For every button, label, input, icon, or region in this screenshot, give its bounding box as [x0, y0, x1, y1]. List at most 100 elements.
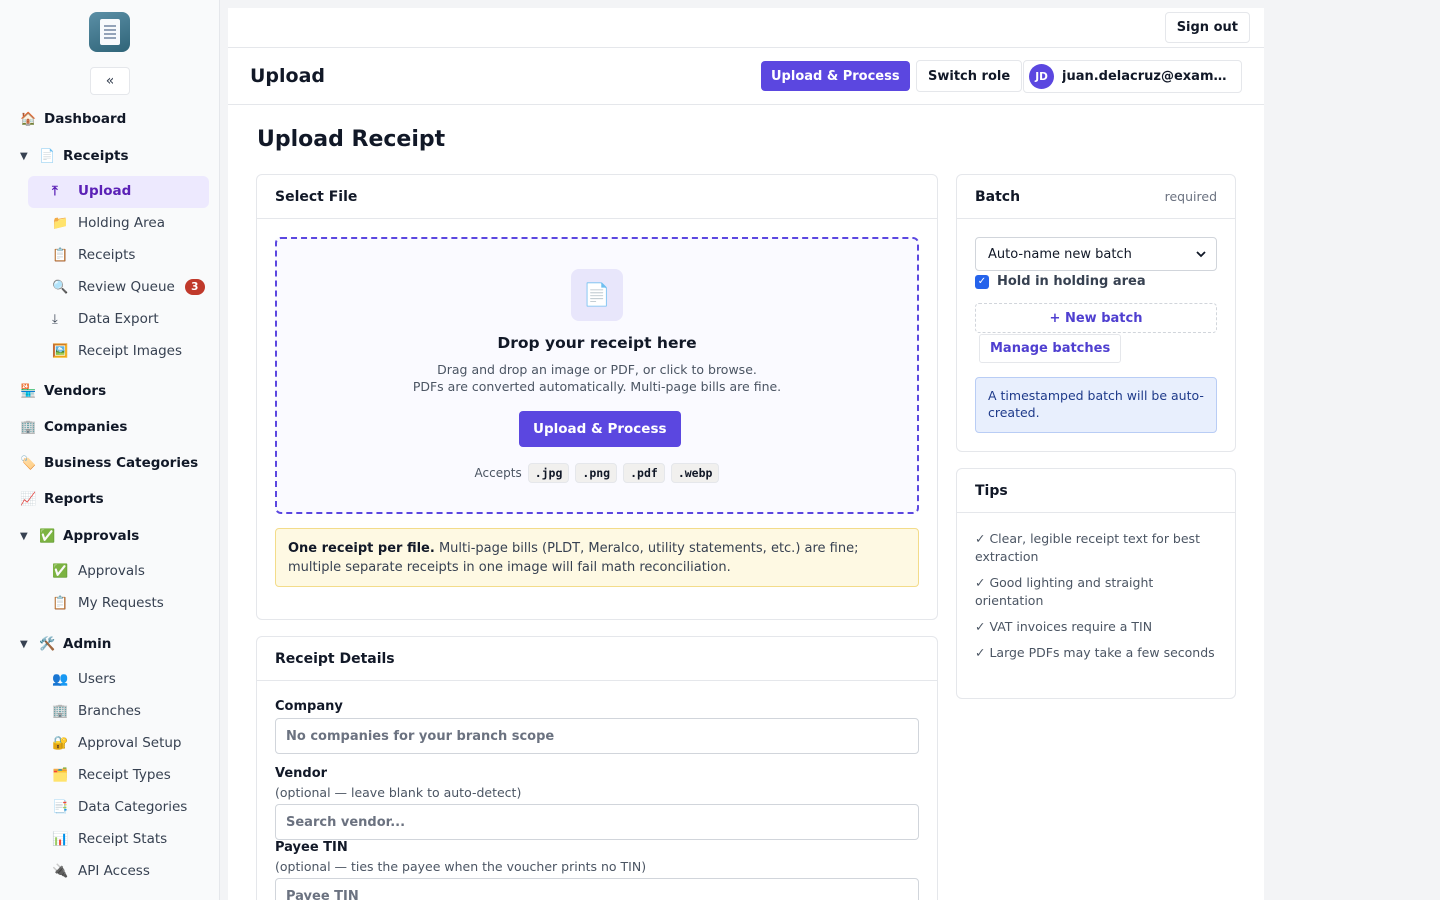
clipboard-icon: 📋 — [52, 247, 69, 263]
check-mark-icon: ✅ — [52, 563, 69, 579]
nav-label: API Access — [78, 863, 150, 879]
one-receipt-notice: One receipt per file. Multi-page bills (… — [275, 528, 919, 587]
new-batch-button[interactable]: + New batch — [975, 303, 1217, 333]
hold-checkbox[interactable]: ✓ — [975, 274, 989, 289]
format-chip: .pdf — [623, 463, 665, 483]
download-icon: ⤓ — [52, 311, 58, 327]
batch-card: Batch required Auto-name new batch ✓ Hol… — [956, 174, 1236, 452]
upload-icon: ⤒ — [52, 183, 58, 199]
dropzone-hint: Drag and drop an image or PDF, or click … — [437, 362, 757, 377]
vendor-hint: (optional — leave blank to auto-detect) — [275, 785, 522, 800]
format-chip: .png — [575, 463, 618, 483]
chart-up-icon: 📈 — [20, 491, 37, 507]
nav-label: Upload — [78, 183, 132, 199]
nav-reports[interactable]: 📈 Reports — [20, 491, 104, 507]
nav-data-export[interactable]: ⤓ Data Export — [52, 311, 159, 327]
user-menu[interactable]: JD juan.delacruz@exampl... — [1023, 60, 1242, 93]
user-email: juan.delacruz@exampl... — [1062, 69, 1230, 84]
card-title: Select File — [275, 188, 358, 205]
nav-label: Receipts — [78, 247, 136, 263]
magnifier-icon: 🔍 — [52, 279, 69, 295]
store-icon: 🏪 — [20, 383, 37, 399]
document-icon: 📄 — [571, 269, 623, 321]
nav-receipts[interactable]: 📋 Receipts — [52, 247, 135, 263]
lock-icon: 🔐 — [52, 735, 69, 751]
nav-label: Reports — [44, 491, 104, 507]
switch-role-button[interactable]: Switch role — [916, 60, 1023, 92]
receipt-details-card: Receipt Details Company No companies for… — [256, 636, 938, 900]
app-logo[interactable] — [89, 12, 130, 52]
payee-tin-input[interactable] — [275, 878, 919, 900]
card-header: Select File — [257, 175, 937, 219]
card-title: Batch — [975, 188, 1021, 205]
nav-approvals[interactable]: ✅ Approvals — [52, 563, 145, 579]
card-header: Receipt Details — [257, 637, 937, 681]
payee-tin-hint: (optional — ties the payee when the vouc… — [275, 859, 647, 874]
nav-group-approvals[interactable]: ▼ ✅ Approvals — [20, 528, 139, 544]
hold-checkbox-row[interactable]: ✓ Hold in holding area — [975, 274, 1146, 289]
nav-label: Business Categories — [44, 455, 199, 471]
nav-holding-area[interactable]: 📁 Holding Area — [52, 215, 165, 231]
main-title: Upload Receipt — [257, 127, 446, 152]
plug-icon: 🔌 — [52, 863, 69, 879]
nav-companies[interactable]: 🏢 Companies — [20, 419, 127, 435]
sign-out-button[interactable]: Sign out — [1164, 12, 1250, 43]
tip-item: ✓ Good lighting and straight orientation — [975, 575, 1154, 608]
nav-label: Review Queue — [78, 279, 175, 295]
nav-label: Companies — [44, 419, 128, 435]
manage-batches-button[interactable]: Manage batches — [979, 334, 1122, 363]
header-upload-process-button[interactable]: Upload & Process — [761, 61, 910, 91]
upload-process-button[interactable]: Upload & Process — [519, 411, 681, 447]
bookmark-tabs-icon: 📑 — [52, 799, 69, 815]
batch-select[interactable]: Auto-name new batch — [975, 237, 1217, 271]
file-dropzone[interactable]: 📄 Drop your receipt here Drag and drop a… — [275, 237, 919, 514]
nav-label: Vendors — [44, 383, 107, 399]
company-label: Company — [275, 699, 343, 714]
caret-down-icon: ▼ — [20, 150, 28, 162]
clipboard-icon: 📋 — [52, 595, 69, 611]
nav-data-categories[interactable]: 📑 Data Categories — [52, 799, 187, 815]
payee-tin-label: Payee TIN — [275, 840, 348, 855]
tip-item: ✓ VAT invoices require a TIN — [975, 619, 1153, 634]
nav-receipt-images[interactable]: 🖼️ Receipt Images — [52, 343, 182, 359]
required-tag: required — [1164, 189, 1217, 204]
nav-label: Users — [78, 671, 116, 687]
main-content: Upload Receipt Select File 📄 Drop your r… — [228, 105, 1264, 900]
chevron-down-icon — [1196, 250, 1206, 257]
caret-down-icon: ▼ — [20, 638, 28, 650]
nav-upload[interactable]: ⤒ Upload — [52, 183, 131, 199]
nav-group-admin[interactable]: ▼ 🛠️ Admin — [20, 636, 111, 652]
nav-my-requests[interactable]: 📋 My Requests — [52, 595, 164, 611]
check-mark-icon: ✅ — [39, 528, 56, 544]
nav-label: Receipts — [63, 148, 129, 164]
nav-receipt-types[interactable]: 🗂️ Receipt Types — [52, 767, 171, 783]
nav-business-categories[interactable]: 🏷️ Business Categories — [20, 455, 198, 471]
tag-icon: 🏷️ — [20, 455, 37, 471]
receipt-logo-icon — [99, 19, 120, 45]
nav-label: Receipt Stats — [78, 831, 168, 847]
nav-label: Receipt Types — [78, 767, 171, 783]
nav-receipt-stats[interactable]: 📊 Receipt Stats — [52, 831, 167, 847]
company-select[interactable]: No companies for your branch scope — [275, 718, 919, 754]
nav-api-access[interactable]: 🔌 API Access — [52, 863, 150, 879]
page-header: Upload Upload & Process Switch role JD j… — [228, 48, 1264, 105]
nav-dashboard[interactable]: 🏠 Dashboard — [20, 111, 126, 127]
nav-branches[interactable]: 🏢 Branches — [52, 703, 141, 719]
nav-label: Dashboard — [44, 111, 127, 127]
nav-vendors[interactable]: 🏪 Vendors — [20, 383, 106, 399]
nav-approval-setup[interactable]: 🔐 Approval Setup — [52, 735, 182, 751]
card-index-icon: 🗂️ — [52, 767, 69, 783]
top-bar: Sign out — [228, 8, 1264, 48]
collapse-sidebar-button[interactable]: « — [90, 67, 130, 95]
nav-users[interactable]: 👥 Users — [52, 671, 116, 687]
nav-label: Receipt Images — [78, 343, 183, 359]
sidebar: « 🏠 Dashboard ▼ 📄 Receipts ⤒ Upload 📁 Ho… — [0, 0, 220, 900]
nav-label: Holding Area — [78, 215, 165, 231]
nav-group-receipts[interactable]: ▼ 📄 Receipts — [20, 148, 129, 164]
nav-label: Approval Setup — [78, 735, 182, 751]
nav-review-queue[interactable]: 🔍 Review Queue 3 — [52, 279, 205, 295]
caret-down-icon: ▼ — [20, 530, 28, 542]
vendor-search-input[interactable] — [275, 804, 919, 840]
nav-label: My Requests — [78, 595, 164, 611]
tools-icon: 🛠️ — [39, 636, 56, 652]
